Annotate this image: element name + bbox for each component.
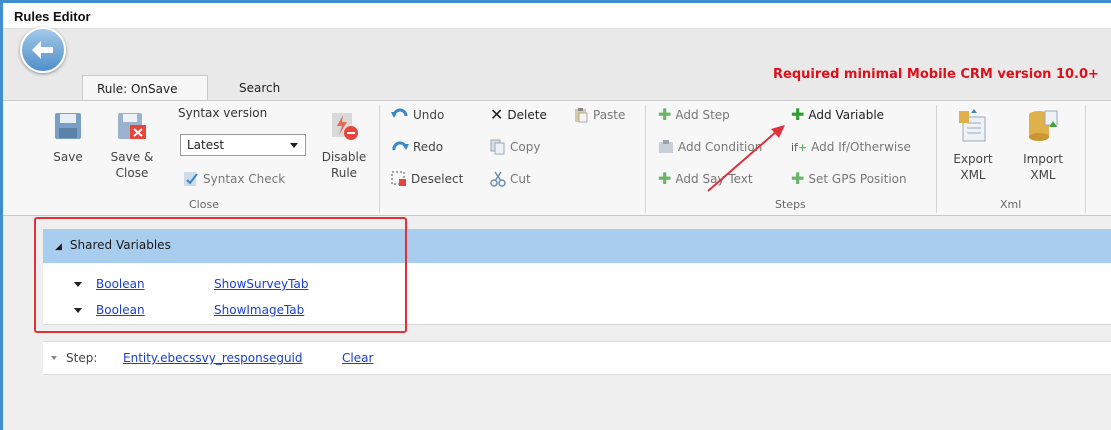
export-xml-button[interactable]: Export XML (947, 109, 999, 183)
step-clear-link[interactable]: Clear (342, 351, 373, 365)
syntax-version-label: Syntax version (178, 106, 268, 120)
set-gps-position-button[interactable]: ✚ Set GPS Position (791, 170, 907, 188)
import-xml-icon (1029, 110, 1058, 141)
save-close-label-1: Save & (110, 150, 154, 164)
copy-button[interactable]: Copy (490, 138, 540, 156)
undo-icon (391, 108, 408, 118)
undo-label: Undo (413, 108, 445, 122)
group-label-close: Close (189, 198, 219, 211)
export-label-1: Export (953, 152, 993, 166)
deselect-button[interactable]: Deselect (391, 170, 463, 188)
delete-x-icon: ✕ (490, 105, 504, 124)
disable-rule-label-2: Rule (330, 166, 358, 180)
disable-rule-icon (332, 113, 358, 140)
scissors-icon (490, 171, 506, 187)
syntax-version-select[interactable]: Latest (180, 134, 306, 156)
copy-icon (490, 139, 505, 155)
title-bar: Rules Editor (3, 3, 1111, 29)
annotation-arrow-icon (707, 125, 785, 192)
group-divider (645, 105, 646, 213)
back-arrow-icon (32, 41, 53, 59)
syntax-check-icon (184, 172, 198, 186)
deselect-icon (391, 171, 406, 186)
group-divider (1085, 105, 1086, 213)
redo-button[interactable]: Redo (391, 138, 443, 156)
plus-green-icon: ✚ (658, 105, 672, 124)
group-divider (936, 105, 937, 213)
ribbon-toolbar: Close Steps Xml (3, 100, 1111, 216)
group-label-xml: Xml (1000, 198, 1022, 211)
save-label: Save (53, 150, 83, 164)
import-xml-button[interactable]: Import XML (1017, 109, 1069, 183)
export-label-2: XML (960, 168, 986, 182)
syntax-check-button[interactable]: Syntax Check (183, 170, 285, 188)
window-title: Rules Editor (14, 9, 91, 24)
paste-label: Paste (593, 108, 626, 122)
save-close-icon (118, 113, 146, 139)
tab-search[interactable]: Search (225, 75, 294, 101)
rules-editor-window: Rules Editor Rule: OnSave Search Require… (0, 0, 1111, 430)
undo-button[interactable]: Undo (391, 106, 444, 124)
set-gps-position-label: Set GPS Position (808, 172, 907, 186)
save-close-button[interactable]: Save & Close (107, 111, 157, 181)
step-label: Step: (66, 351, 98, 365)
required-version-note: Required minimal Mobile CRM version 10.0… (773, 67, 1099, 82)
tab-rule-onsave[interactable]: Rule: OnSave (82, 75, 208, 101)
plus-green-icon: ✚ (791, 169, 805, 188)
cut-label: Cut (510, 172, 531, 186)
redo-label: Redo (413, 140, 444, 154)
import-label-2: XML (1030, 168, 1056, 182)
copy-label: Copy (510, 140, 541, 154)
save-button[interactable]: Save (48, 111, 88, 165)
cut-button[interactable]: Cut (490, 170, 531, 188)
back-button[interactable] (20, 27, 66, 73)
export-xml-icon (959, 109, 986, 142)
step-entity-link[interactable]: Entity.ebecssvy_responseguid (123, 351, 303, 365)
import-label-1: Import (1023, 152, 1063, 166)
add-condition-icon (659, 140, 673, 153)
add-variable-button[interactable]: ✚ Add Variable (791, 106, 884, 124)
deselect-label: Deselect (411, 172, 464, 186)
syntax-version-value: Latest (187, 138, 225, 152)
group-label-steps: Steps (775, 198, 806, 211)
chevron-down-icon (290, 143, 298, 148)
if-plus-icon: if+ (791, 140, 808, 154)
paste-button[interactable]: Paste (573, 106, 625, 124)
delete-button[interactable]: ✕ Delete (490, 106, 547, 124)
delete-label: Delete (507, 108, 547, 122)
annotation-highlight-box (34, 217, 407, 333)
step-row: Step: Entity.ebecssvy_responseguid Clear (43, 341, 1111, 375)
plus-green-icon: ✚ (658, 169, 672, 188)
group-divider (379, 105, 380, 213)
syntax-check-label: Syntax Check (203, 172, 286, 186)
paste-icon (575, 108, 588, 123)
disable-rule-label-1: Disable (321, 150, 367, 164)
save-disk-icon (55, 113, 81, 139)
save-close-label-2: Close (115, 166, 149, 180)
chevron-down-icon[interactable] (51, 356, 57, 360)
redo-icon (392, 141, 409, 151)
plus-green-icon: ✚ (791, 105, 805, 124)
add-if-otherwise-button[interactable]: if+ Add If/Otherwise (791, 138, 911, 156)
add-if-otherwise-label: Add If/Otherwise (811, 140, 911, 154)
disable-rule-button[interactable]: Disable Rule (319, 111, 369, 181)
add-variable-label: Add Variable (808, 108, 885, 122)
add-step-label: Add Step (675, 108, 730, 122)
